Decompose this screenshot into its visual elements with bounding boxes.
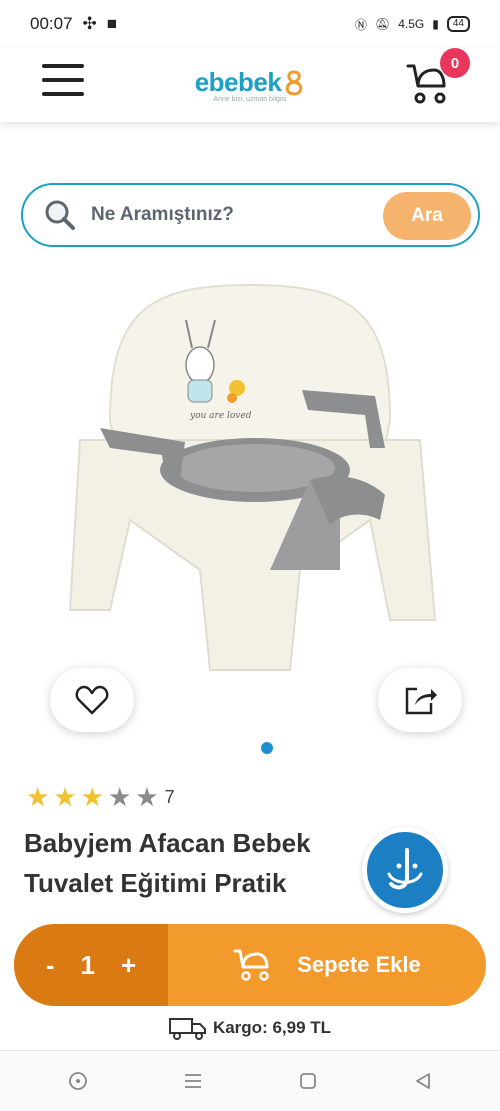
star-empty-icon: ★ bbox=[135, 782, 159, 812]
menu-nav-icon[interactable] bbox=[178, 1066, 208, 1096]
product-title: Babyjem Afacan Bebek Tuvalet Eğitimi Pra… bbox=[24, 823, 384, 903]
quantity-value[interactable]: 1 bbox=[81, 950, 95, 981]
nfc-icon: Ⓝ bbox=[355, 17, 368, 32]
back-nav-icon[interactable] bbox=[408, 1066, 438, 1096]
star-filled-icon: ★ bbox=[53, 782, 77, 812]
brand-logo[interactable]: ebebek Anne bizi, uzman bilgisi bbox=[195, 67, 306, 103]
star-filled-icon: ★ bbox=[80, 782, 104, 812]
search-icon bbox=[45, 200, 75, 230]
menu-icon[interactable] bbox=[42, 62, 84, 98]
battery-indicator: 44 bbox=[446, 16, 470, 32]
assistant-nav-icon[interactable] bbox=[63, 1066, 93, 1096]
decrease-quantity-button[interactable]: - bbox=[46, 950, 55, 981]
star-empty-icon: ★ bbox=[107, 782, 132, 812]
home-nav-icon[interactable] bbox=[293, 1066, 323, 1096]
product-image[interactable]: you are loved bbox=[40, 270, 460, 710]
logo-tagline: Anne bizi, uzman bilgisi bbox=[213, 96, 287, 103]
search-input[interactable]: Ne Aramıştınız? bbox=[91, 204, 234, 226]
chat-face-icon bbox=[387, 848, 423, 890]
stroller-icon bbox=[233, 949, 269, 981]
share-icon bbox=[405, 687, 437, 715]
live-chat-button[interactable] bbox=[362, 827, 448, 913]
share-button[interactable] bbox=[378, 668, 462, 732]
system-nav-bar bbox=[0, 1050, 500, 1111]
signal-icon: ▮ bbox=[432, 17, 439, 31]
star-filled-icon: ★ bbox=[26, 782, 50, 812]
search-button[interactable]: Ara bbox=[383, 192, 471, 240]
status-time: 00:07 bbox=[30, 14, 73, 33]
status-bar: 00:07 ✣ ■ Ⓝ 🔕︎ 4.5G ▮ 44 bbox=[0, 0, 500, 48]
logo-mark-icon bbox=[286, 69, 303, 96]
cart-count-badge[interactable]: 0 bbox=[440, 48, 470, 78]
add-to-cart-bar: - 1 + Sepete Ekle bbox=[14, 924, 486, 1006]
add-to-cart-button[interactable]: Sepete Ekle bbox=[168, 924, 486, 1006]
heart-icon bbox=[75, 685, 109, 715]
product-title-line2: Tuvalet Eğitimi Pratik bbox=[24, 868, 287, 898]
product-image-caption: you are loved bbox=[189, 411, 252, 421]
gallery-indicator-dot[interactable] bbox=[261, 742, 273, 754]
logo-text: ebebek bbox=[194, 67, 282, 97]
search-bar[interactable]: Ne Aramıştınız? Ara bbox=[21, 183, 480, 247]
top-header: ebebek Anne bizi, uzman bilgisi bbox=[0, 48, 500, 122]
shipping-info: Kargo: 6,99 TL bbox=[0, 1016, 500, 1040]
mute-icon: 🔕︎ bbox=[375, 17, 391, 31]
quantity-stepper: - 1 + bbox=[14, 924, 168, 1006]
rating-count: 7 bbox=[164, 786, 175, 807]
increase-quantity-button[interactable]: + bbox=[121, 950, 136, 981]
shipping-label: Kargo: 6,99 TL bbox=[212, 1018, 332, 1037]
truck-icon bbox=[168, 1018, 206, 1040]
box-icon: ■ bbox=[106, 14, 118, 33]
signal-label: 4.5G bbox=[398, 17, 425, 31]
product-rating[interactable]: ★ ★ ★ ★ ★ 7 bbox=[26, 784, 175, 810]
product-title-line1: Babyjem Afacan Bebek bbox=[24, 828, 311, 858]
add-to-cart-label: Sepete Ekle bbox=[297, 952, 421, 977]
fan-icon: ✣ bbox=[82, 14, 97, 33]
favorite-button[interactable] bbox=[50, 668, 134, 732]
